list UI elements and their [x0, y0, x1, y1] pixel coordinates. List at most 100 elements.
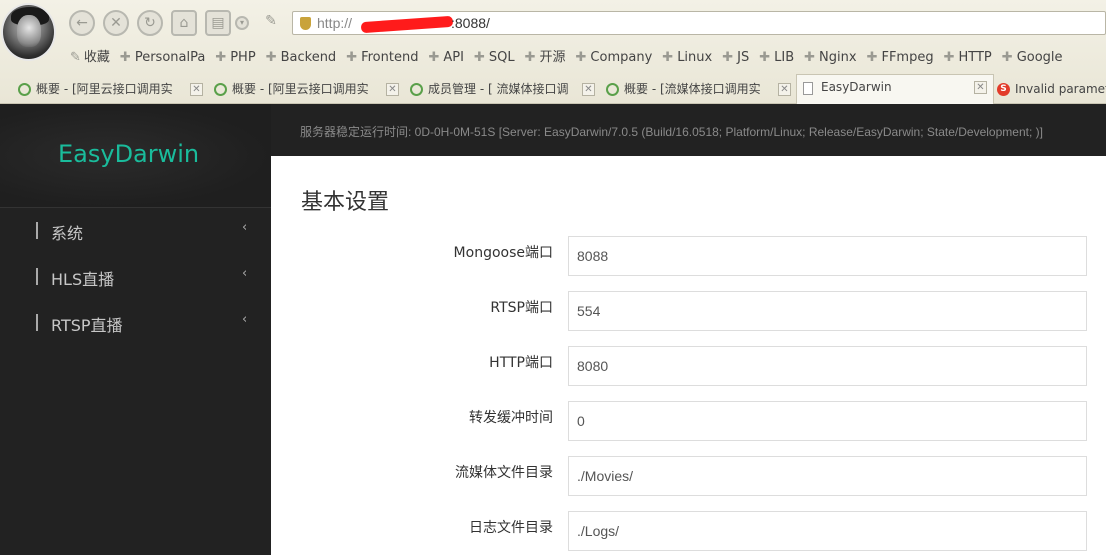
- bookmark-item[interactable]: ✚ HTTP: [944, 50, 992, 65]
- tab-2[interactable]: 概要 - [阿里云接口调用实 ✕: [214, 77, 404, 104]
- bookmark-item[interactable]: ✚ 开源: [525, 46, 566, 65]
- bookmark-item[interactable]: ✚ Linux: [662, 50, 712, 65]
- tab-1[interactable]: 概要 - [阿里云接口调用实 ✕: [18, 77, 208, 104]
- main-content: 基本设置 Mongoose端口 8088 RTSP端口 554 HTTP端口 8…: [271, 156, 1106, 555]
- plus-icon: ✚: [804, 50, 816, 65]
- sidebar: EasyDarwin 系统 ‹ HLS直播 ‹ RTSP直播 ‹: [0, 104, 271, 555]
- logs-dir-input[interactable]: ./Logs/: [568, 511, 1087, 551]
- bookmark-label: Backend: [280, 50, 337, 65]
- sidebar-menu: 系统 ‹ HLS直播 ‹ RTSP直播 ‹: [0, 208, 271, 346]
- bookmark-label: LIB: [774, 50, 795, 65]
- url-port: :8088/: [451, 15, 490, 31]
- back-arrow-icon[interactable]: ←: [69, 10, 95, 36]
- bookmark-label: FFmpeg: [881, 50, 934, 65]
- bookmark-item[interactable]: ✚ PersonalPa: [120, 50, 205, 65]
- dropdown-icon[interactable]: ▾: [235, 16, 249, 30]
- tab-label: 概要 - [阿里云接口调用实: [232, 82, 369, 96]
- bookmark-label: HTTP: [958, 50, 992, 65]
- mongoose-port-label: Mongoose端口: [453, 245, 553, 261]
- bookmark-item[interactable]: ✚ JS: [722, 50, 749, 65]
- tab-favicon-icon: [606, 83, 619, 96]
- bookmark-item[interactable]: ✚ SQL: [474, 50, 515, 65]
- bookmark-label: PHP: [230, 50, 256, 65]
- reload-icon[interactable]: ↻: [137, 10, 163, 36]
- plus-icon: ✚: [524, 50, 536, 65]
- bookmark-item[interactable]: ✚ FFmpeg: [867, 50, 934, 65]
- buffer-time-input[interactable]: 0: [568, 401, 1087, 441]
- bookmark-item[interactable]: ✚ Backend: [266, 50, 337, 65]
- form-row-logs-dir: 日志文件目录 ./Logs/: [271, 511, 1106, 551]
- plus-icon: ✚: [346, 50, 358, 65]
- bookmark-item[interactable]: ✚ LIB: [759, 50, 794, 65]
- buffer-time-label: 转发缓冲时间: [469, 410, 553, 426]
- tab-strip: 概要 - [阿里云接口调用实 ✕ 概要 - [阿里云接口调用实 ✕ 成员管理 -…: [0, 74, 1106, 104]
- url-prefix: http://: [317, 15, 353, 31]
- http-port-label: HTTP端口: [489, 355, 553, 371]
- bookmark-label: Frontend: [361, 50, 419, 65]
- rtsp-port-input[interactable]: 554: [568, 291, 1087, 331]
- bookmark-label: Google: [1016, 50, 1063, 65]
- bookmark-label: SQL: [488, 50, 515, 65]
- sidebar-item-label: RTSP直播: [51, 316, 123, 335]
- home-icon[interactable]: ⌂: [171, 10, 197, 36]
- tab-favicon-icon: [18, 83, 31, 96]
- form-row-rtsp-port: RTSP端口 554: [271, 291, 1106, 331]
- form-row-movies-dir: 流媒体文件目录 ./Movies/: [271, 456, 1106, 496]
- bookmark-item[interactable]: ✎ 收藏: [70, 46, 110, 65]
- tab-label: 概要 - [流媒体接口调用实: [624, 82, 761, 96]
- document-icon: [803, 82, 813, 95]
- bookmark-item[interactable]: ✚ PHP: [215, 50, 255, 65]
- movies-dir-input[interactable]: ./Movies/: [568, 456, 1087, 496]
- bookmark-label: JS: [737, 50, 750, 65]
- form-row-buffer-time: 转发缓冲时间 0: [271, 401, 1106, 441]
- tab-close-icon[interactable]: ✕: [582, 83, 595, 96]
- user-avatar[interactable]: [1, 3, 56, 61]
- tab-6[interactable]: S Invalid paramet: [997, 77, 1106, 104]
- tab-label: 概要 - [阿里云接口调用实: [36, 82, 173, 96]
- sidebar-item-label: 系统: [51, 224, 84, 243]
- plus-icon: ✚: [759, 50, 771, 65]
- tab-label: Invalid paramet: [1015, 82, 1106, 96]
- tab-close-icon[interactable]: ✕: [190, 83, 203, 96]
- tab-close-icon[interactable]: ✕: [386, 83, 399, 96]
- tab-close-icon[interactable]: ✕: [778, 83, 791, 96]
- plus-icon: ✚: [119, 50, 131, 65]
- brand-logo-text[interactable]: EasyDarwin: [58, 140, 199, 168]
- bookmarks-bar: ✎ 收藏 ✚ PersonalPa ✚ PHP ✚ Backend ✚ Frontend ✚ API ✚…: [70, 46, 1073, 66]
- stop-icon[interactable]: ✕: [103, 10, 129, 36]
- form-row-mongoose-port: Mongoose端口 8088: [271, 236, 1106, 276]
- bookmark-item[interactable]: ✚ Company: [576, 50, 653, 65]
- tab-favicon-icon: [410, 83, 423, 96]
- bookmark-item[interactable]: ✚ Google: [1002, 50, 1063, 65]
- bookmark-item[interactable]: ✚ Nginx: [804, 50, 856, 65]
- chevron-left-icon: ‹: [242, 312, 248, 327]
- plus-icon: ✚: [1001, 50, 1013, 65]
- brand-panel: EasyDarwin: [0, 104, 271, 208]
- bookmark-label: API: [443, 50, 464, 65]
- plus-icon: ✚: [265, 50, 277, 65]
- bookmark-item[interactable]: ✚ Frontend: [346, 50, 418, 65]
- plus-icon: ✚: [428, 50, 440, 65]
- sidebar-item-system[interactable]: 系统 ‹: [0, 208, 271, 254]
- plus-icon: ✚: [722, 50, 734, 65]
- server-uptime-status: 服务器稳定运行时间: 0D-0H-0M-51S [Server: EasyDar…: [300, 125, 1043, 139]
- address-bar[interactable]: http:// :8088/: [292, 11, 1106, 35]
- sidebar-item-hls[interactable]: HLS直播 ‹: [0, 254, 271, 300]
- tab-label: EasyDarwin: [821, 80, 892, 94]
- rtsp-port-label: RTSP端口: [490, 300, 553, 316]
- tab-3[interactable]: 成员管理 - [ 流媒体接口调 ✕: [410, 77, 600, 104]
- movies-dir-label: 流媒体文件目录: [455, 465, 553, 481]
- tab-close-icon[interactable]: ✕: [974, 81, 987, 94]
- sogou-s-icon: S: [997, 83, 1010, 96]
- bookmark-label: Company: [590, 50, 653, 65]
- tab-easydarwin-active[interactable]: EasyDarwin ✕: [796, 74, 994, 104]
- history-icon[interactable]: ▤: [205, 10, 231, 36]
- url-redaction-mark: [360, 15, 454, 34]
- mongoose-port-input[interactable]: 8088: [568, 236, 1087, 276]
- sidebar-item-label: HLS直播: [51, 270, 115, 289]
- bookmark-item[interactable]: ✚ API: [428, 50, 463, 65]
- tab-4[interactable]: 概要 - [流媒体接口调用实 ✕: [606, 77, 796, 104]
- sidebar-item-rtsp[interactable]: RTSP直播 ‹: [0, 300, 271, 346]
- http-port-input[interactable]: 8080: [568, 346, 1087, 386]
- tools-icon[interactable]: ✎: [258, 10, 284, 36]
